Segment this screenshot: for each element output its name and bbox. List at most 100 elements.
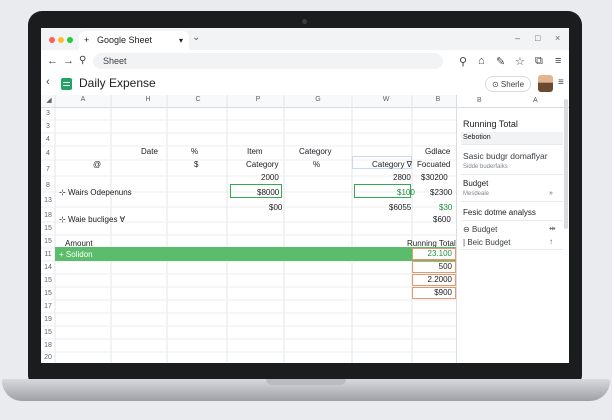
budget-option[interactable]: ⊖ Budget (463, 225, 497, 234)
zoom-window-dot[interactable] (67, 37, 73, 43)
edit-icon[interactable]: ✎ (496, 55, 505, 68)
basic-budget-option[interactable]: | Beic Budget (463, 238, 510, 247)
browser-toolbar: ← → ⚲ Sheet ⚲ ⌂ ✎ ☆ ⧉ ≡ (41, 50, 569, 74)
row-number[interactable]: 7 (41, 166, 55, 173)
search-icon[interactable]: ⚲ (79, 55, 86, 66)
row-number[interactable]: 17 (41, 303, 55, 310)
running-total-cell[interactable]: 2.2000 (412, 274, 456, 286)
row-number[interactable]: 15 (41, 238, 55, 245)
row-number[interactable]: 4 (41, 136, 55, 143)
search-icon[interactable]: ⚲ (459, 55, 467, 68)
row-number[interactable]: 18 (41, 342, 55, 349)
tab-title: Google Sheet (97, 35, 153, 45)
laptop-notch (266, 379, 346, 385)
row-label-cell[interactable]: ⊹ Waie bucliges ∀ (59, 215, 125, 224)
b-value[interactable]: $30200 (421, 173, 448, 182)
running-total-cell[interactable]: $900 (412, 287, 456, 299)
date-header[interactable]: Date (141, 147, 158, 156)
b-value[interactable]: $600 (433, 215, 451, 224)
w-value[interactable]: 2800 (393, 173, 411, 182)
row-label: Wairs Odepenuns (67, 188, 132, 197)
focused-cell[interactable]: Focuated (417, 160, 450, 169)
budget-item[interactable]: Budget (463, 179, 488, 188)
panel-divider (461, 248, 563, 250)
share-label: Sherle (500, 80, 525, 89)
running-total-cell[interactable]: 500 (412, 261, 456, 273)
row-number[interactable]: 4 (41, 150, 55, 157)
sort-icon[interactable]: ⇹ (549, 224, 556, 233)
webcam (302, 19, 307, 24)
item-value[interactable]: $00 (269, 203, 282, 212)
browser-tab[interactable]: + Google Sheet ▾ (79, 31, 189, 50)
collapse-icon[interactable]: ↑ (549, 237, 553, 246)
row-number[interactable]: 8 (41, 182, 55, 189)
item-value[interactable]: 2000 (261, 173, 279, 182)
new-tab-chevron-icon[interactable]: ⌄ (192, 32, 200, 43)
panel-divider (461, 173, 563, 175)
running-total-cell[interactable]: 23.100 (412, 248, 456, 260)
forward-arrow-icon[interactable]: → (63, 55, 74, 67)
percent-cell[interactable]: % (313, 160, 320, 169)
avatar[interactable] (538, 75, 553, 92)
minimize-button[interactable]: – (515, 33, 520, 43)
star-icon[interactable]: ☆ (515, 55, 525, 68)
cell-at[interactable]: @ (93, 160, 101, 169)
row-number[interactable]: 13 (41, 197, 55, 204)
address-bar[interactable]: Sheet (93, 53, 443, 69)
row-number[interactable]: 15 (41, 277, 55, 284)
panel-selected-item[interactable]: Sebotion (461, 132, 563, 145)
row-number[interactable]: 11 (41, 251, 55, 258)
minimize-window-dot[interactable] (58, 37, 64, 43)
budget-expand-icon[interactable]: » (549, 190, 553, 197)
percent-header[interactable]: % (191, 147, 198, 156)
w-value[interactable]: $6055 (389, 203, 411, 212)
tab-close-icon[interactable]: ▾ (179, 31, 183, 50)
browser-tabbar: + Google Sheet ▾ ⌄ – □ × (41, 28, 569, 50)
highlighted-row[interactable]: + Solidon (55, 247, 456, 261)
tab-plus-icon: + (84, 35, 90, 45)
address-text: Sheet (103, 56, 127, 66)
row-label-cell[interactable]: ⊹ Wairs Odepenuns (59, 188, 132, 197)
sheets-logo-icon[interactable] (61, 78, 72, 90)
extension-icon[interactable]: ⧉ (535, 55, 543, 68)
item-value: $8000 (257, 188, 280, 197)
cell-dollar[interactable]: $ (194, 160, 198, 169)
share-button[interactable]: ⊙ Sherle (485, 76, 531, 92)
close-window-dot[interactable] (49, 37, 55, 43)
highlighted-row-label: + Solidon (59, 250, 93, 259)
document-title[interactable]: Daily Expense (79, 76, 156, 90)
panel-title: Running Total (463, 119, 518, 129)
row-number[interactable]: 3 (41, 123, 55, 130)
panel-item[interactable]: Sasic budgr domaflyar (463, 151, 548, 161)
spreadsheet-grid[interactable]: ◢ A H C P G W B 3 3 4 4 7 8 13 18 15 15 11 14 15 15 17… (41, 95, 456, 363)
item-header[interactable]: Item (247, 147, 263, 156)
menu-icon[interactable]: ≡ (558, 77, 564, 88)
expand-icon[interactable]: ⊹ (59, 215, 68, 224)
panel-column-header[interactable]: B (477, 97, 482, 104)
row-number[interactable]: 15 (41, 290, 55, 297)
panel-scrollbar[interactable] (564, 99, 568, 229)
category-filter-text: Category ∇ (372, 160, 413, 169)
category-header[interactable]: Category (299, 147, 331, 156)
gdlace-header[interactable]: Gdlace (425, 147, 450, 156)
b-value[interactable]: $2300 (430, 188, 452, 197)
back-arrow-icon[interactable]: ← (47, 55, 58, 67)
close-button[interactable]: × (555, 33, 560, 43)
row-number[interactable]: 15 (41, 225, 55, 232)
analysis-item[interactable]: Fesic dotme analyss (463, 208, 536, 217)
row-number[interactable]: 19 (41, 316, 55, 323)
maximize-button[interactable]: □ (535, 33, 540, 43)
back-icon[interactable]: ‹ (46, 76, 50, 88)
menu-icon[interactable]: ≡ (555, 55, 561, 67)
app-header: ‹ Daily Expense ⊙ Sherle ≡ (41, 73, 569, 95)
row-number[interactable]: 15 (41, 329, 55, 336)
row-number[interactable]: 14 (41, 264, 55, 271)
lock-icon[interactable]: ⌂ (478, 55, 485, 67)
row-number[interactable]: 18 (41, 212, 55, 219)
panel-column-header[interactable]: A (533, 97, 538, 104)
category-cell[interactable]: Category (246, 160, 278, 169)
row-number[interactable]: 3 (41, 110, 55, 117)
row-number[interactable]: 20 (41, 354, 55, 361)
b-value[interactable]: $30 (439, 203, 452, 212)
expand-icon[interactable]: ⊹ (59, 188, 68, 197)
